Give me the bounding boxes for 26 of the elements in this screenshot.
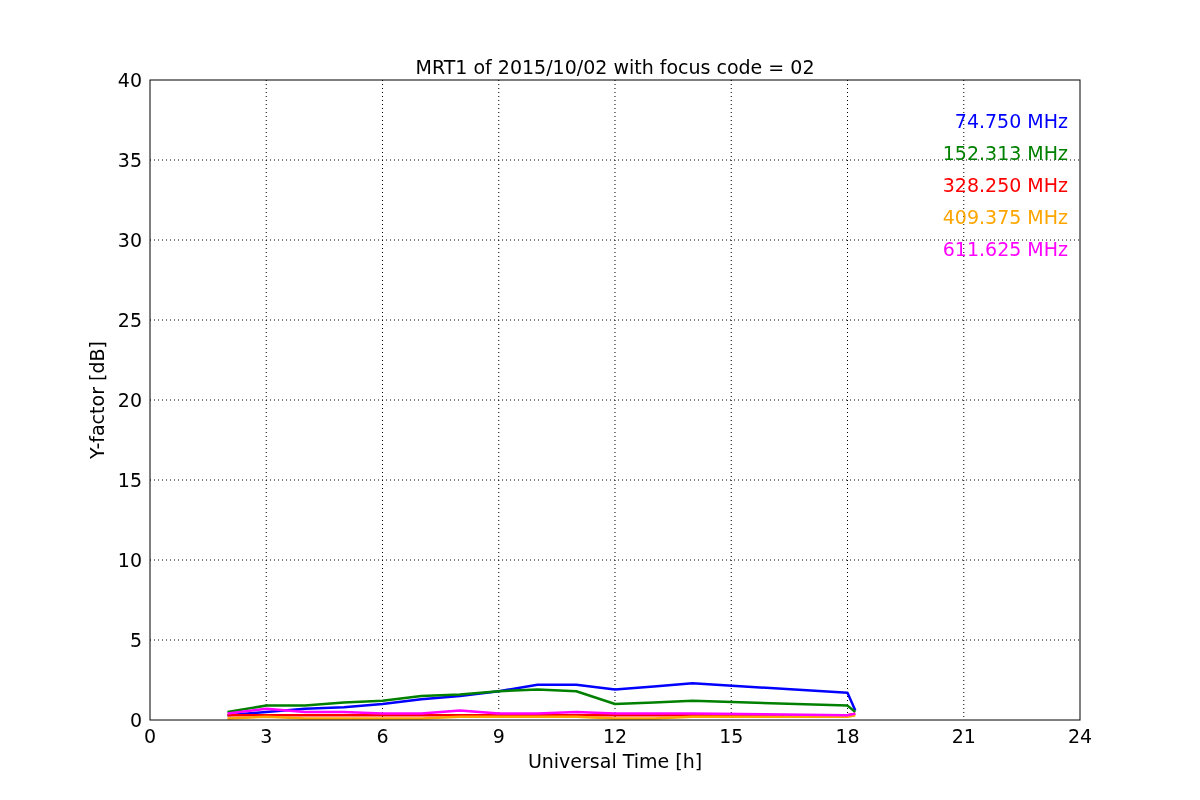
y-tick-label: 10 [117, 549, 142, 571]
x-tick-label: 24 [1067, 725, 1093, 747]
y-tick-label: 20 [117, 389, 142, 411]
x-tick-label: 6 [376, 725, 389, 747]
x-tick-label: 15 [719, 725, 744, 747]
legend-label: 409.375 MHz [942, 206, 1068, 228]
x-tick-label: 18 [835, 725, 860, 747]
y-tick-label: 15 [117, 469, 142, 491]
x-tick-label: 0 [143, 725, 157, 747]
x-axis-label: Universal Time [h] [527, 750, 703, 772]
x-tick-label: 9 [492, 725, 505, 747]
y-tick-label: 40 [117, 69, 142, 91]
y-axis-label: Y-factor [dB] [86, 341, 108, 459]
legend-label: 611.625 MHz [942, 238, 1068, 260]
y-tick-label: 0 [129, 709, 142, 731]
y-tick-label: 35 [117, 149, 142, 171]
x-tick-label: 12 [602, 725, 628, 747]
x-tick-label: 21 [951, 725, 976, 747]
y-tick-label: 25 [117, 309, 142, 331]
legend-label: 328.250 MHz [942, 174, 1068, 196]
y-tick-label: 30 [117, 229, 142, 251]
legend-label: 152.313 MHz [942, 142, 1068, 164]
y-tick-label: 5 [129, 629, 142, 651]
x-tick-label: 3 [260, 725, 273, 747]
chart-title: MRT1 of 2015/10/02 with focus code = 02 [415, 56, 815, 78]
legend-label: 74.750 MHz [954, 110, 1068, 132]
